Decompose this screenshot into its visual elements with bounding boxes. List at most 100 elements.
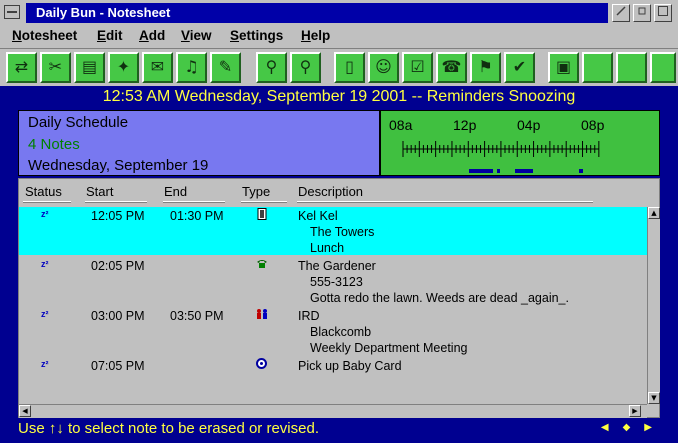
- nav-arrows: ◀◆▶: [601, 422, 666, 433]
- col-description[interactable]: Description: [298, 184, 363, 199]
- printer-icon: ▣: [555, 57, 572, 76]
- timeline-busy-card: [579, 169, 583, 173]
- note-line: Gotta redo the lawn. Weeds are dead _aga…: [310, 291, 569, 305]
- restore-icon: [616, 6, 626, 16]
- note-line: IRD: [298, 309, 320, 323]
- restore-button[interactable]: [612, 4, 630, 22]
- notes-button[interactable]: ▤: [74, 52, 105, 83]
- mail-button[interactable]: ✉: [142, 52, 173, 83]
- notes-icon: ▤: [81, 57, 98, 76]
- door-button[interactable]: ▯: [334, 52, 365, 83]
- note-line: Weekly Department Meeting: [310, 341, 468, 355]
- blank-button-2[interactable]: [616, 52, 647, 83]
- scroll-right-button[interactable]: ▶: [629, 405, 641, 417]
- snooze-icon: z²: [41, 259, 49, 269]
- check-target-button[interactable]: ✔: [504, 52, 535, 83]
- draw-icon: ✎: [218, 57, 233, 76]
- note-line: Kel Kel: [298, 209, 338, 223]
- piano-button[interactable]: ♫: [176, 52, 207, 83]
- minimize-icon: [638, 7, 646, 15]
- table-row[interactable]: z² 12:05 PM 01:30 PM Kel Kel The Towers …: [19, 207, 647, 255]
- wand-icon: ✦: [116, 57, 131, 76]
- cut-icon: ✂: [48, 57, 63, 76]
- menu-notesheet[interactable]: Notesheet: [12, 28, 77, 43]
- system-menu-icon[interactable]: [4, 5, 20, 19]
- notes-table: Status Start End Type Description z² 12:…: [18, 178, 660, 418]
- note-start: 12:05 PM: [91, 209, 145, 223]
- runner-icon: ⚑: [478, 57, 493, 76]
- door-icon: ▯: [345, 57, 354, 76]
- window-title: Daily Bun - Notesheet: [26, 3, 608, 23]
- checklist-icon: ☑: [410, 57, 425, 76]
- col-divider: [241, 201, 287, 203]
- minimize-button[interactable]: [633, 4, 651, 22]
- piano-icon: ♫: [184, 57, 199, 76]
- status-hint: Use ↑↓ to select note to be erased or re…: [18, 420, 319, 437]
- menu-help[interactable]: Help: [301, 28, 330, 43]
- refresh-icon: ⇄: [14, 57, 29, 76]
- snooze-icon: z²: [41, 309, 49, 319]
- vertical-scrollbar[interactable]: ▲ ▼: [647, 207, 660, 404]
- col-divider: [85, 201, 147, 203]
- target-icon: [256, 358, 267, 369]
- runner-button[interactable]: ⚑: [470, 52, 501, 83]
- menu-bar: Notesheet Edit Add View Settings Help: [0, 26, 678, 46]
- col-divider: [23, 201, 71, 203]
- nav-left-icon[interactable]: ◀: [601, 422, 623, 433]
- table-row[interactable]: z² 03:00 PM 03:50 PM IRD Blackcomb Weekl…: [19, 307, 647, 357]
- note-line: Pick up Baby Card: [298, 359, 402, 373]
- note-end: 03:50 PM: [170, 309, 224, 323]
- timeline-ruler: [402, 141, 600, 173]
- draw-button[interactable]: ✎: [210, 52, 241, 83]
- scroll-down-button[interactable]: ▼: [648, 392, 660, 404]
- menu-add[interactable]: Add: [139, 28, 165, 43]
- table-row[interactable]: z² 02:05 PM The Gardener 555-3123 Gotta …: [19, 257, 647, 307]
- scroll-up-button[interactable]: ▲: [648, 207, 660, 219]
- refresh-button[interactable]: ⇄: [6, 52, 37, 83]
- col-divider: [297, 201, 593, 203]
- zoom-in-icon: ⚲: [299, 57, 312, 76]
- day-timeline[interactable]: 08a 12p 04p 08p: [380, 110, 660, 176]
- blank-button-1[interactable]: [582, 52, 613, 83]
- zoom-out-icon: ⚲: [265, 57, 278, 76]
- col-status[interactable]: Status: [25, 184, 62, 199]
- cut-button[interactable]: ✂: [40, 52, 71, 83]
- schedule-date: Wednesday, September 19: [28, 157, 209, 174]
- note-start: 03:00 PM: [91, 309, 145, 323]
- schedule-title: Daily Schedule: [28, 114, 129, 131]
- snooze-icon: z²: [41, 359, 49, 369]
- people-button[interactable]: ☺: [368, 52, 399, 83]
- phone-icon: [257, 260, 267, 268]
- door-icon: [257, 208, 267, 220]
- scroll-left-button[interactable]: ◀: [19, 405, 31, 417]
- note-line: 555-3123: [310, 275, 363, 289]
- col-divider: [163, 201, 225, 203]
- nav-diamond-icon[interactable]: ◆: [623, 422, 645, 433]
- wand-button[interactable]: ✦: [108, 52, 139, 83]
- notes-count: 4 Notes: [28, 136, 80, 153]
- horizontal-scrollbar[interactable]: ◀ ▶: [19, 404, 647, 418]
- col-type[interactable]: Type: [242, 184, 270, 199]
- note-line: The Gardener: [298, 259, 376, 273]
- maximize-button[interactable]: [654, 4, 672, 22]
- menu-view[interactable]: View: [181, 28, 212, 43]
- checklist-button[interactable]: ☑: [402, 52, 433, 83]
- zoom-in-button[interactable]: ⚲: [290, 52, 321, 83]
- people-icon: [257, 309, 267, 319]
- menu-settings[interactable]: Settings: [230, 28, 283, 43]
- note-line: The Towers: [310, 225, 375, 239]
- phone-button[interactable]: ☎: [436, 52, 467, 83]
- note-end: 01:30 PM: [170, 209, 224, 223]
- col-start[interactable]: Start: [86, 184, 113, 199]
- col-end[interactable]: End: [164, 184, 187, 199]
- snooze-icon: z²: [41, 209, 49, 219]
- toolbar: ⇄ ✂ ▤ ✦ ✉ ♫ ✎ ⚲ ⚲ ▯ ☺ ☑ ☎ ⚑ ✔ ▣: [0, 48, 678, 86]
- blank-button-3[interactable]: [650, 52, 676, 83]
- printer-button[interactable]: ▣: [548, 52, 579, 83]
- menu-edit[interactable]: Edit: [97, 28, 123, 43]
- zoom-out-button[interactable]: ⚲: [256, 52, 287, 83]
- nav-right-icon[interactable]: ▶: [644, 422, 666, 433]
- table-row[interactable]: z² 07:05 PM Pick up Baby Card: [19, 357, 647, 377]
- note-line: Lunch: [310, 241, 345, 255]
- schedule-panel: Daily Schedule 4 Notes Wednesday, Septem…: [18, 110, 380, 176]
